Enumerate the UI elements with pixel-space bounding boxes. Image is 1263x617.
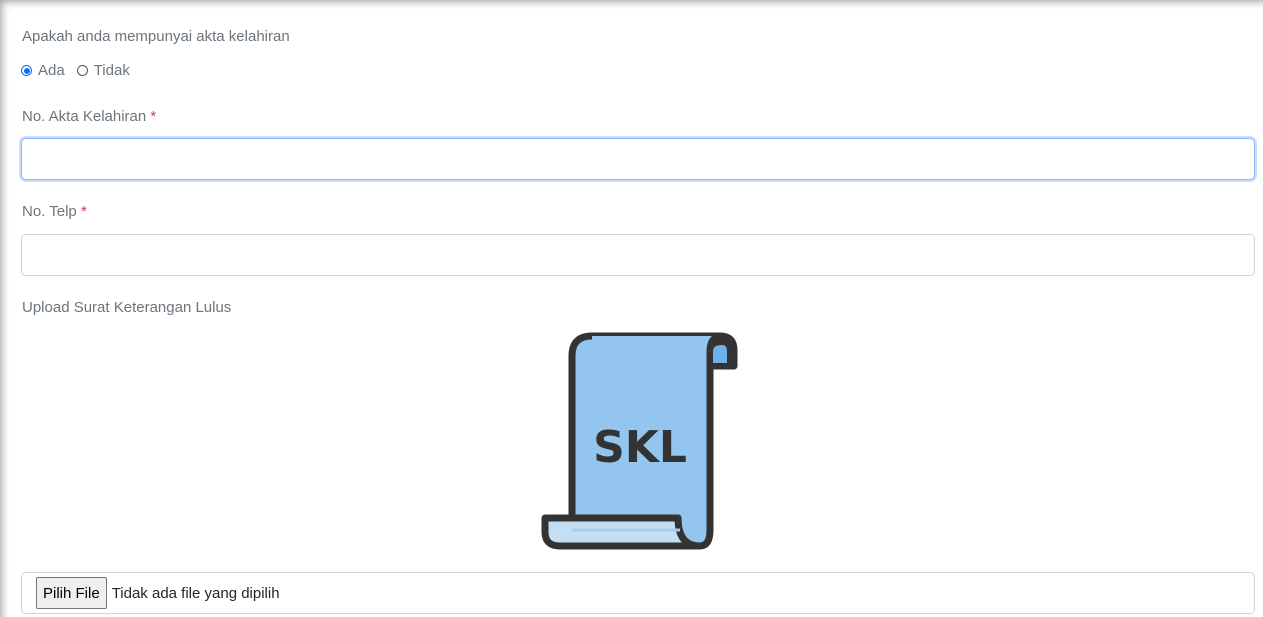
phone-label-text: No. Telp — [22, 203, 77, 220]
choose-file-button[interactable]: Pilih File — [36, 577, 107, 609]
scroll-document-icon: SKL — [541, 332, 738, 550]
radio-ada-label[interactable]: Ada — [38, 62, 65, 79]
birth-certificate-radio-group: Ada Tidak — [21, 62, 142, 79]
radio-tidak[interactable] — [76, 65, 88, 76]
radio-ada[interactable] — [21, 65, 32, 76]
skl-file-input[interactable]: Pilih File Tidak ada file yang dipilih — [21, 572, 1255, 614]
required-asterisk: * — [150, 108, 157, 125]
radio-tidak-label[interactable]: Tidak — [94, 62, 130, 79]
birth-certificate-number-label-text: No. Akta Kelahiran — [22, 108, 147, 125]
phone-label: No. Telp * — [22, 203, 87, 220]
form-panel: Apakah anda mempunyai akta kelahiran Ada… — [0, 0, 1263, 617]
birth-certificate-question-label: Apakah anda mempunyai akta kelahiran — [22, 28, 290, 45]
file-status-text: Tidak ada file yang dipilih — [111, 584, 280, 602]
birth-certificate-number-label: No. Akta Kelahiran * — [22, 108, 156, 125]
required-asterisk: * — [80, 203, 87, 220]
skl-illustration-text: SKL — [593, 422, 687, 473]
birth-certificate-number-input[interactable] — [21, 138, 1255, 180]
phone-input[interactable] — [21, 234, 1255, 276]
upload-skl-label: Upload Surat Keterangan Lulus — [22, 299, 232, 316]
